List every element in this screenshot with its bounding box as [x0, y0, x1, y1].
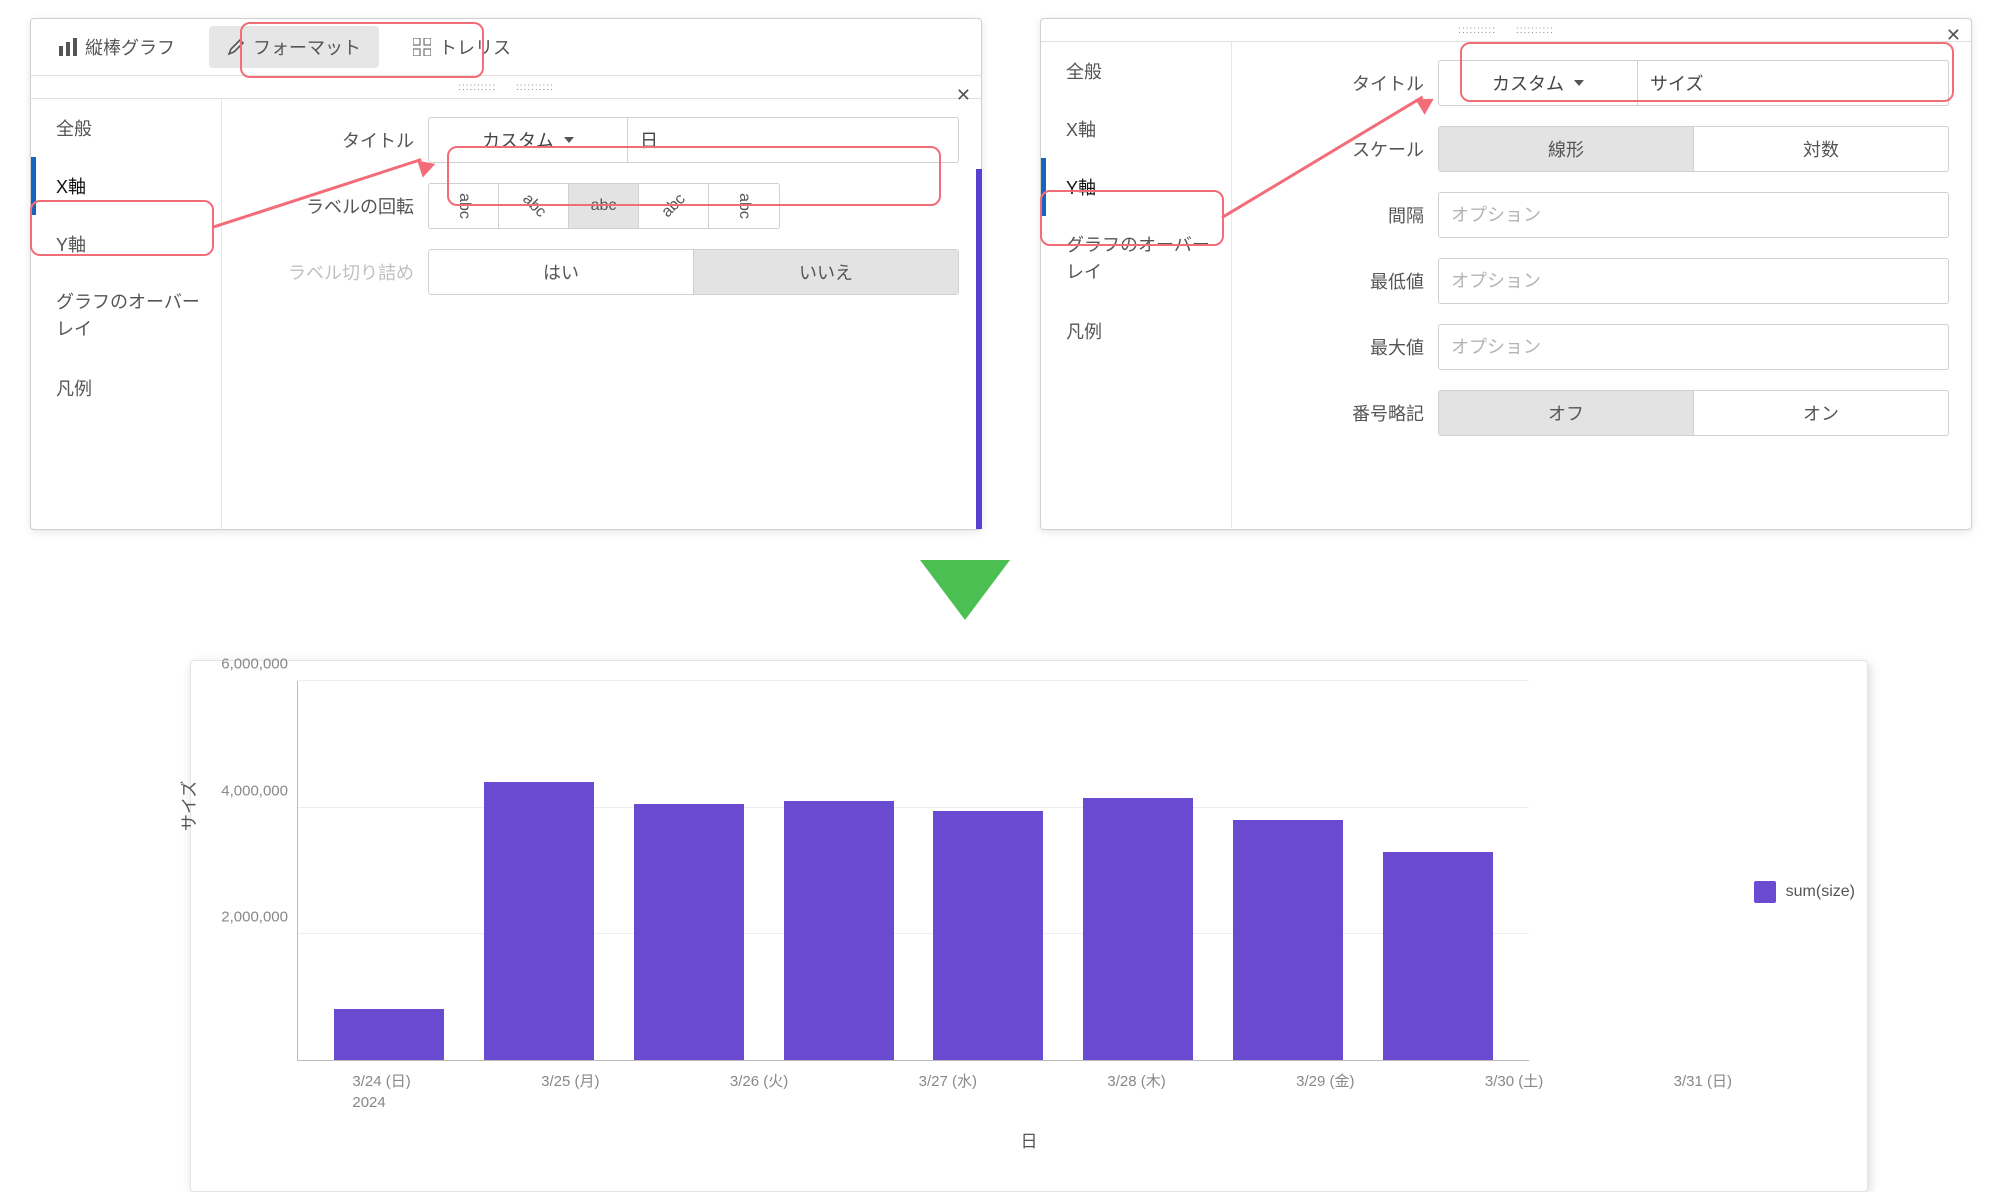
trellis-icon [413, 38, 431, 56]
scale-log[interactable]: 対数 [1694, 127, 1948, 171]
format-sidebar: 全般 X軸 Y軸 グラフのオーバーレイ 凡例 [1041, 42, 1232, 528]
title-label: タイトル [244, 127, 428, 153]
rotation-opt-5[interactable]: abc [709, 184, 779, 228]
title-mode-dropdown[interactable]: カスタム [1438, 60, 1638, 106]
truncate-label: ラベル切り詰め [244, 259, 428, 285]
rotation-segmented: abc abc abc abc abc [428, 183, 780, 229]
min-label: 最低値 [1254, 268, 1438, 294]
down-arrow-icon [920, 560, 1010, 620]
sidebar-item-general[interactable]: 全般 [1041, 42, 1231, 100]
min-input[interactable] [1438, 258, 1949, 304]
chart-bar [634, 804, 744, 1060]
max-input[interactable] [1438, 324, 1949, 370]
tab-trellis[interactable]: トレリス [395, 26, 529, 68]
sidebar-item-xaxis[interactable]: X軸 [31, 157, 221, 215]
x-axis-title: 日 [219, 1127, 1839, 1152]
truncate-yes[interactable]: はい [429, 250, 694, 294]
x-tick: 3/28 (木) [1107, 1071, 1217, 1113]
rotation-opt-1[interactable]: abc [429, 184, 499, 228]
x-tick: 3/27 (水) [919, 1071, 1029, 1113]
tab-format-label: フォーマット [253, 34, 361, 60]
chart-plot: 2,000,000 4,000,000 6,000,000 [297, 681, 1529, 1061]
chart-bar [784, 801, 894, 1060]
pencil-icon [227, 38, 245, 56]
sidebar-item-yaxis[interactable]: Y軸 [31, 215, 221, 273]
y-tick: 4,000,000 [221, 782, 298, 799]
abbrev-on[interactable]: オン [1694, 391, 1948, 435]
rotation-opt-3[interactable]: abc [569, 184, 639, 228]
chart-bar [1383, 852, 1493, 1060]
close-icon[interactable]: ✕ [956, 85, 971, 106]
y-tick: 2,000,000 [221, 908, 298, 925]
chart-bar [334, 1009, 444, 1060]
x-tick: 3/24 (日)2024 [352, 1071, 462, 1113]
y-tick: 6,000,000 [221, 656, 298, 673]
xaxis-form: タイトル カスタム ラベルの回転 abc abc [222, 99, 981, 529]
scale-linear[interactable]: 線形 [1439, 127, 1694, 171]
legend-swatch [1754, 881, 1776, 903]
title-input[interactable] [1638, 60, 1949, 106]
chart-bar [933, 811, 1043, 1061]
x-ticks: 3/24 (日)2024 3/25 (月) 3/26 (火) 3/27 (水) 3/28… [219, 1061, 1839, 1113]
chart-bar [1083, 798, 1193, 1060]
interval-input[interactable] [1438, 192, 1949, 238]
abbrev-label: 番号略記 [1254, 400, 1438, 426]
rotation-opt-4[interactable]: abc [639, 184, 709, 228]
scale-segmented: 線形 対数 [1438, 126, 1949, 172]
chart-legend: sum(size) [1754, 881, 1855, 903]
chart-bars [298, 681, 1529, 1060]
tab-bar-chart-label: 縦棒グラフ [85, 34, 175, 60]
drag-handle[interactable]: :::::::::::::::::::: [1041, 19, 1971, 42]
x-tick: 3/30 (土) [1485, 1071, 1595, 1113]
sidebar-item-legend[interactable]: 凡例 [1041, 302, 1231, 360]
sidebar-item-yaxis[interactable]: Y軸 [1041, 158, 1231, 216]
abbrev-segmented: オフ オン [1438, 390, 1949, 436]
tab-trellis-label: トレリス [439, 34, 511, 60]
x-tick: 3/31 (日) [1674, 1071, 1784, 1113]
x-tick: 3/29 (金) [1296, 1071, 1406, 1113]
sidebar-item-overlay[interactable]: グラフのオーバーレイ [1041, 216, 1231, 302]
title-mode-dropdown[interactable]: カスタム [428, 117, 628, 163]
interval-label: 間隔 [1254, 202, 1438, 228]
yaxis-form: タイトル カスタム スケール 線形 対数 [1232, 42, 1971, 528]
sidebar-item-overlay[interactable]: グラフのオーバーレイ [31, 273, 221, 359]
legend-label: sum(size) [1786, 883, 1855, 901]
sidebar-item-legend[interactable]: 凡例 [31, 359, 221, 417]
close-icon[interactable]: ✕ [1946, 25, 1961, 46]
tab-bar-chart[interactable]: 縦棒グラフ [41, 26, 193, 68]
rotation-opt-2[interactable]: abc [499, 184, 569, 228]
title-input[interactable] [628, 117, 959, 163]
bar-chart-icon [59, 38, 77, 56]
truncate-segmented: はい いいえ [428, 249, 959, 295]
chart-bar [1233, 820, 1343, 1060]
format-panel-xaxis: 縦棒グラフ フォーマット トレリス :::::::::::::::::::: ✕… [30, 18, 982, 530]
chart-bar [484, 782, 594, 1060]
truncate-no[interactable]: いいえ [694, 250, 958, 294]
drag-handle[interactable]: :::::::::::::::::::: [31, 76, 981, 99]
x-tick: 3/25 (月) [541, 1071, 651, 1113]
y-axis-title: サイズ [175, 781, 200, 832]
format-panel-yaxis: :::::::::::::::::::: ✕ 全般 X軸 Y軸 グラフのオーバー… [1040, 18, 1972, 530]
purple-accent-bar [976, 169, 982, 529]
x-tick: 3/26 (火) [730, 1071, 840, 1113]
chevron-down-icon [564, 137, 574, 143]
title-label: タイトル [1254, 70, 1438, 96]
chart-card: sum(size) サイズ 2,000,000 4,000,000 6,000,… [190, 660, 1868, 1192]
max-label: 最大値 [1254, 334, 1438, 360]
sidebar-item-xaxis[interactable]: X軸 [1041, 100, 1231, 158]
abbrev-off[interactable]: オフ [1439, 391, 1694, 435]
chevron-down-icon [1574, 80, 1584, 86]
format-sidebar: 全般 X軸 Y軸 グラフのオーバーレイ 凡例 [31, 99, 222, 529]
tab-format[interactable]: フォーマット [209, 26, 379, 68]
sidebar-item-general[interactable]: 全般 [31, 99, 221, 157]
